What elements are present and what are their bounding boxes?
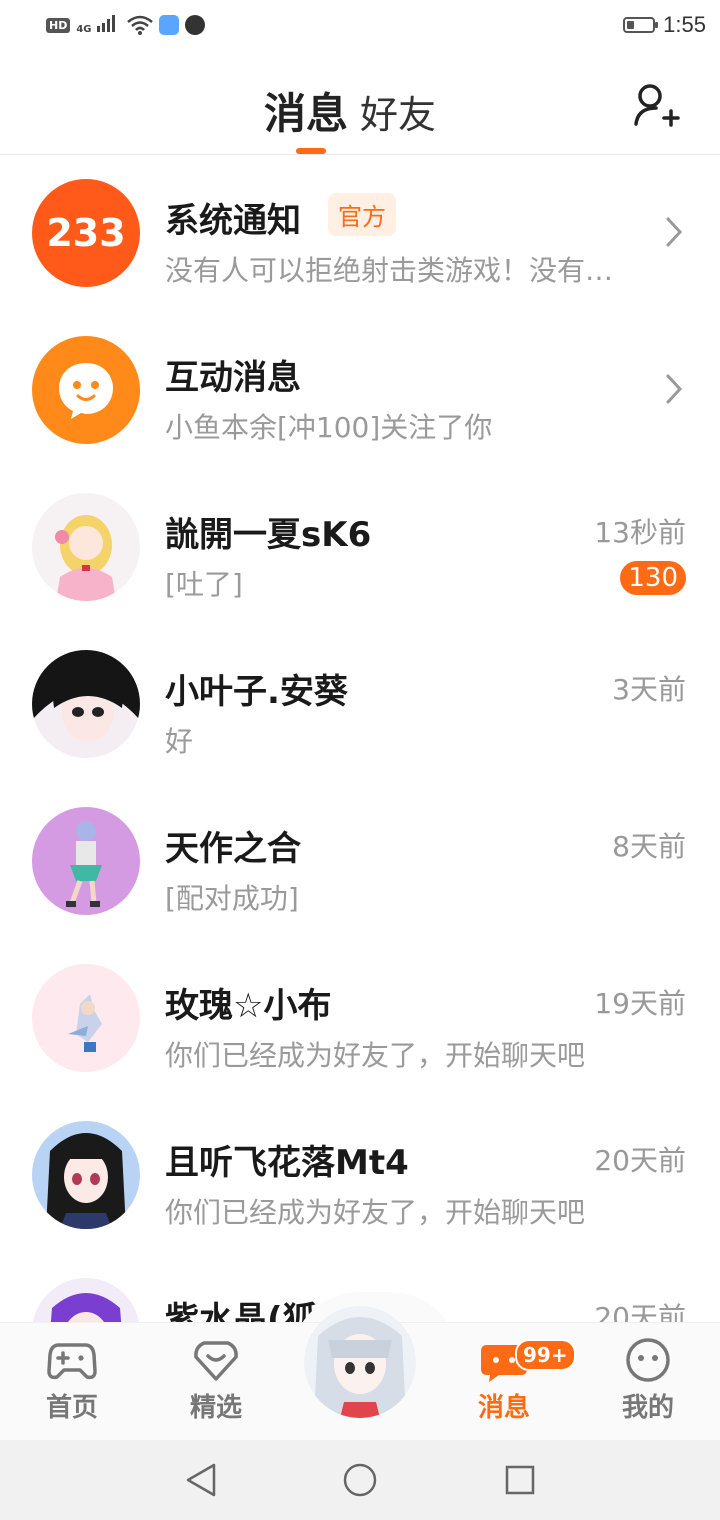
header: 消息 好友 xyxy=(0,56,720,155)
conversation-list: 233 系统通知 官方 没有人可以拒绝射击类游戏！没有人可以拒绝 互动消息 小鱼… xyxy=(0,155,720,1411)
nav-home[interactable]: 首页 xyxy=(27,1337,117,1424)
clock: 1:55 xyxy=(663,12,706,37)
conversation-preview: 小鱼本余[冲100]关注了你 xyxy=(165,411,493,444)
nav-me-label: 我的 xyxy=(621,1393,674,1423)
nav-featured[interactable]: 精选 xyxy=(171,1337,261,1424)
system-nav-bar xyxy=(0,1440,720,1520)
chevron-right-icon xyxy=(666,374,683,404)
conversation-title: 詤開一夏sK6 xyxy=(165,515,372,555)
conversation-row-interaction[interactable]: 互动消息 小鱼本余[冲100]关注了你 xyxy=(0,312,720,469)
conversation-preview: 你们已经成为好友了，开始聊天吧 xyxy=(165,1039,586,1072)
system-avatar: 233 xyxy=(32,179,140,287)
tab-messages[interactable]: 消息 xyxy=(264,80,348,141)
user-avatar xyxy=(32,807,140,915)
wifi-icon xyxy=(126,15,153,35)
nav-messages-label: 消息 xyxy=(477,1393,530,1423)
conversation-time: 13秒前 xyxy=(594,516,686,549)
conversation-row[interactable]: 天作之合 8天前 [配对成功] xyxy=(0,783,720,940)
add-friend-icon[interactable] xyxy=(630,80,680,130)
chevron-right-icon xyxy=(666,217,683,247)
interaction-avatar xyxy=(32,336,140,444)
nav-messages[interactable]: 99+ 消息 xyxy=(459,1337,576,1424)
conversation-time: 19天前 xyxy=(594,987,686,1020)
conversation-time: 8天前 xyxy=(612,830,686,863)
conversation-preview: 没有人可以拒绝射击类游戏！没有人可以拒绝 xyxy=(165,254,620,287)
conversation-row[interactable]: 且听飞花落Mt4 20天前 你们已经成为好友了，开始聊天吧 xyxy=(0,1097,720,1254)
logo-233-icon: 233 xyxy=(46,211,126,255)
user-avatar xyxy=(32,1121,140,1229)
conversation-title: 小叶子.安葵 xyxy=(165,672,348,712)
user-avatar xyxy=(32,650,140,758)
profile-face-icon xyxy=(626,1338,670,1382)
conversation-time: 3天前 xyxy=(612,673,686,706)
back-icon[interactable] xyxy=(184,1462,218,1498)
recents-icon[interactable] xyxy=(504,1464,536,1496)
tab-indicator xyxy=(296,148,326,154)
top-tabs: 消息 好友 xyxy=(264,80,436,141)
signal-icon: 4G xyxy=(76,14,120,36)
app-notification-icon xyxy=(158,15,179,35)
battery-icon xyxy=(623,17,659,33)
conversation-title: 互动消息 xyxy=(165,358,301,398)
conversation-preview: 你们已经成为好友了，开始聊天吧 xyxy=(165,1196,586,1229)
conversation-title: 玫瑰☆小布 xyxy=(165,986,332,1026)
network-type-label: 4G xyxy=(76,24,92,35)
gamepad-icon xyxy=(47,1343,97,1380)
hd-indicator: HD xyxy=(46,17,71,33)
official-badge: 官方 xyxy=(328,193,396,236)
nav-home-label: 首页 xyxy=(45,1393,98,1423)
conversation-preview: [吐了] xyxy=(165,568,243,601)
home-icon[interactable] xyxy=(342,1462,378,1498)
user-avatar xyxy=(32,964,140,1072)
tab-friends[interactable]: 好友 xyxy=(360,84,436,139)
conversation-title: 天作之合 xyxy=(165,829,301,869)
nav-center-avatar[interactable] xyxy=(304,1306,416,1418)
tiktok-icon xyxy=(184,15,205,35)
messages-badge: 99+ xyxy=(515,1339,576,1371)
chat-bubble-face-icon xyxy=(59,363,113,419)
user-avatar xyxy=(32,493,140,601)
conversation-row[interactable]: 小叶子.安葵 3天前 好 xyxy=(0,626,720,783)
conversation-row[interactable]: 玫瑰☆小布 19天前 你们已经成为好友了，开始聊天吧 xyxy=(0,940,720,1097)
unread-count-badge: 130 xyxy=(620,561,686,595)
conversation-preview: [配对成功] xyxy=(165,882,299,915)
nav-featured-label: 精选 xyxy=(189,1393,242,1423)
status-bar: HD 4G 1:55 xyxy=(0,0,720,56)
conversation-row-system[interactable]: 233 系统通知 官方 没有人可以拒绝射击类游戏！没有人可以拒绝 xyxy=(0,155,720,312)
conversation-preview: 好 xyxy=(165,725,194,758)
conversation-row[interactable]: 詤開一夏sK6 13秒前 [吐了] 130 xyxy=(0,469,720,626)
conversation-title: 且听飞花落Mt4 xyxy=(165,1143,409,1183)
featured-icon xyxy=(194,1341,238,1381)
conversation-time: 20天前 xyxy=(594,1144,686,1177)
conversation-title: 系统通知 xyxy=(165,201,301,241)
nav-me[interactable]: 我的 xyxy=(603,1337,693,1424)
